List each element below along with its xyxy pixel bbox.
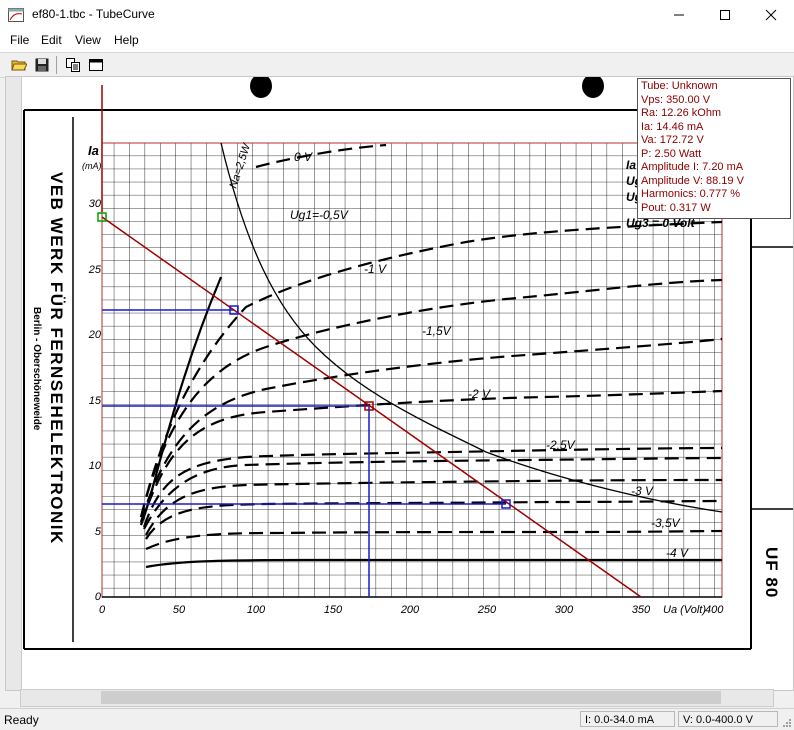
- x-tick: 300: [555, 604, 574, 616]
- window-title: ef80-1.tbc - TubeCurve: [32, 7, 155, 21]
- minimize-icon: [674, 14, 684, 16]
- location-text: Berlin - Oberschöneweide: [31, 307, 42, 431]
- info-ra: Ra: 12.26 kOhm: [641, 107, 722, 119]
- resize-grip-icon[interactable]: [780, 716, 792, 728]
- menu-file[interactable]: File: [10, 33, 29, 47]
- menu-view[interactable]: View: [75, 33, 101, 47]
- curve-label: -4 V: [666, 546, 689, 560]
- y-axis-label: Ia: [88, 143, 99, 158]
- status-voltage-range: V: 0.0-400.0 V: [678, 711, 778, 727]
- window-icon: [89, 59, 103, 71]
- x-axis-label: Ua (Volt): [663, 604, 706, 616]
- info-amplitude-v: Amplitude V: 88.19 V: [641, 174, 744, 187]
- menu-help[interactable]: Help: [114, 33, 139, 47]
- x-tick: 0: [99, 604, 106, 616]
- app-icon: [8, 8, 24, 22]
- y-tick: 10: [89, 460, 102, 472]
- x-tick: 200: [400, 604, 420, 616]
- menu-bar: File Edit View Help: [0, 30, 794, 52]
- y-tick: 25: [88, 264, 102, 276]
- minimize-button[interactable]: [656, 0, 702, 30]
- save-icon: [35, 58, 49, 72]
- x-tick: 100: [247, 604, 266, 616]
- curve-label: -2 V: [468, 387, 491, 401]
- curve-label: -1 V: [364, 262, 387, 276]
- maker-text: VEB WERK FÜR FERNSEHELEKTRONIK: [47, 172, 66, 545]
- x-tick: 50: [173, 604, 186, 616]
- x-tick: 150: [324, 604, 343, 616]
- curve-label: -3 V: [631, 484, 654, 498]
- y-tick: 20: [88, 329, 102, 341]
- info-panel: Tube: Unknown Vps: 350.00 V Ra: 12.26 kO…: [637, 78, 791, 219]
- window-button[interactable]: [87, 56, 105, 74]
- maximize-button[interactable]: [702, 0, 748, 30]
- open-folder-icon: [11, 60, 27, 71]
- tube-type-text: UF 80: [762, 547, 781, 598]
- info-power: P: 2.50 Watt: [641, 147, 702, 160]
- status-current-range: I: 0.0-34.0 mA: [580, 711, 675, 727]
- toolbar-separator: [56, 56, 57, 74]
- info-harmonics: Harmonics: 0.777 %: [641, 188, 741, 200]
- x-tick: 250: [477, 604, 497, 616]
- status-bar: Ready I: 0.0-34.0 mA V: 0.0-400.0 V: [0, 708, 794, 730]
- y-tick: 0: [95, 591, 102, 603]
- close-icon: [765, 9, 777, 21]
- y-tick: 15: [89, 395, 102, 407]
- maximize-icon: [720, 10, 730, 20]
- info-amplitude-i: Amplitude I: 7.20 mA: [641, 161, 744, 173]
- curve-label: -3,5V: [651, 516, 681, 530]
- save-button[interactable]: [33, 56, 51, 74]
- curve-label: -2,5V: [546, 438, 576, 452]
- y-axis-unit: (mA): [82, 161, 102, 171]
- copy-icon: [66, 58, 80, 72]
- horizontal-scroll-thumb[interactable]: [101, 691, 721, 704]
- info-va: Va: 172.72 V: [641, 134, 704, 146]
- open-button[interactable]: [10, 56, 28, 74]
- y-tick: 30: [89, 198, 102, 210]
- curve-label: Ug1=-0,5V: [290, 208, 349, 222]
- x-tick: 350: [632, 604, 651, 616]
- status-text: Ready: [4, 713, 39, 727]
- info-pout: Pout: 0.317 W: [641, 201, 711, 214]
- copy-button[interactable]: [64, 56, 82, 74]
- x-axis-max: 400: [705, 604, 724, 616]
- info-tube: Tube: Unknown: [641, 80, 718, 92]
- horizontal-scrollbar[interactable]: [20, 689, 774, 707]
- toolbar: [0, 52, 794, 78]
- info-vps: Vps: 350.00 V: [641, 93, 711, 106]
- y-tick: 5: [95, 526, 102, 538]
- info-ia: Ia: 14.46 mA: [641, 120, 704, 133]
- title-bar: ef80-1.tbc - TubeCurve: [0, 0, 794, 30]
- right-label: Ia: [626, 158, 636, 172]
- curve-label: -1,5V: [422, 324, 452, 338]
- close-button[interactable]: [748, 0, 794, 30]
- menu-edit[interactable]: Edit: [41, 33, 62, 47]
- curve-label: 0 V: [294, 150, 313, 164]
